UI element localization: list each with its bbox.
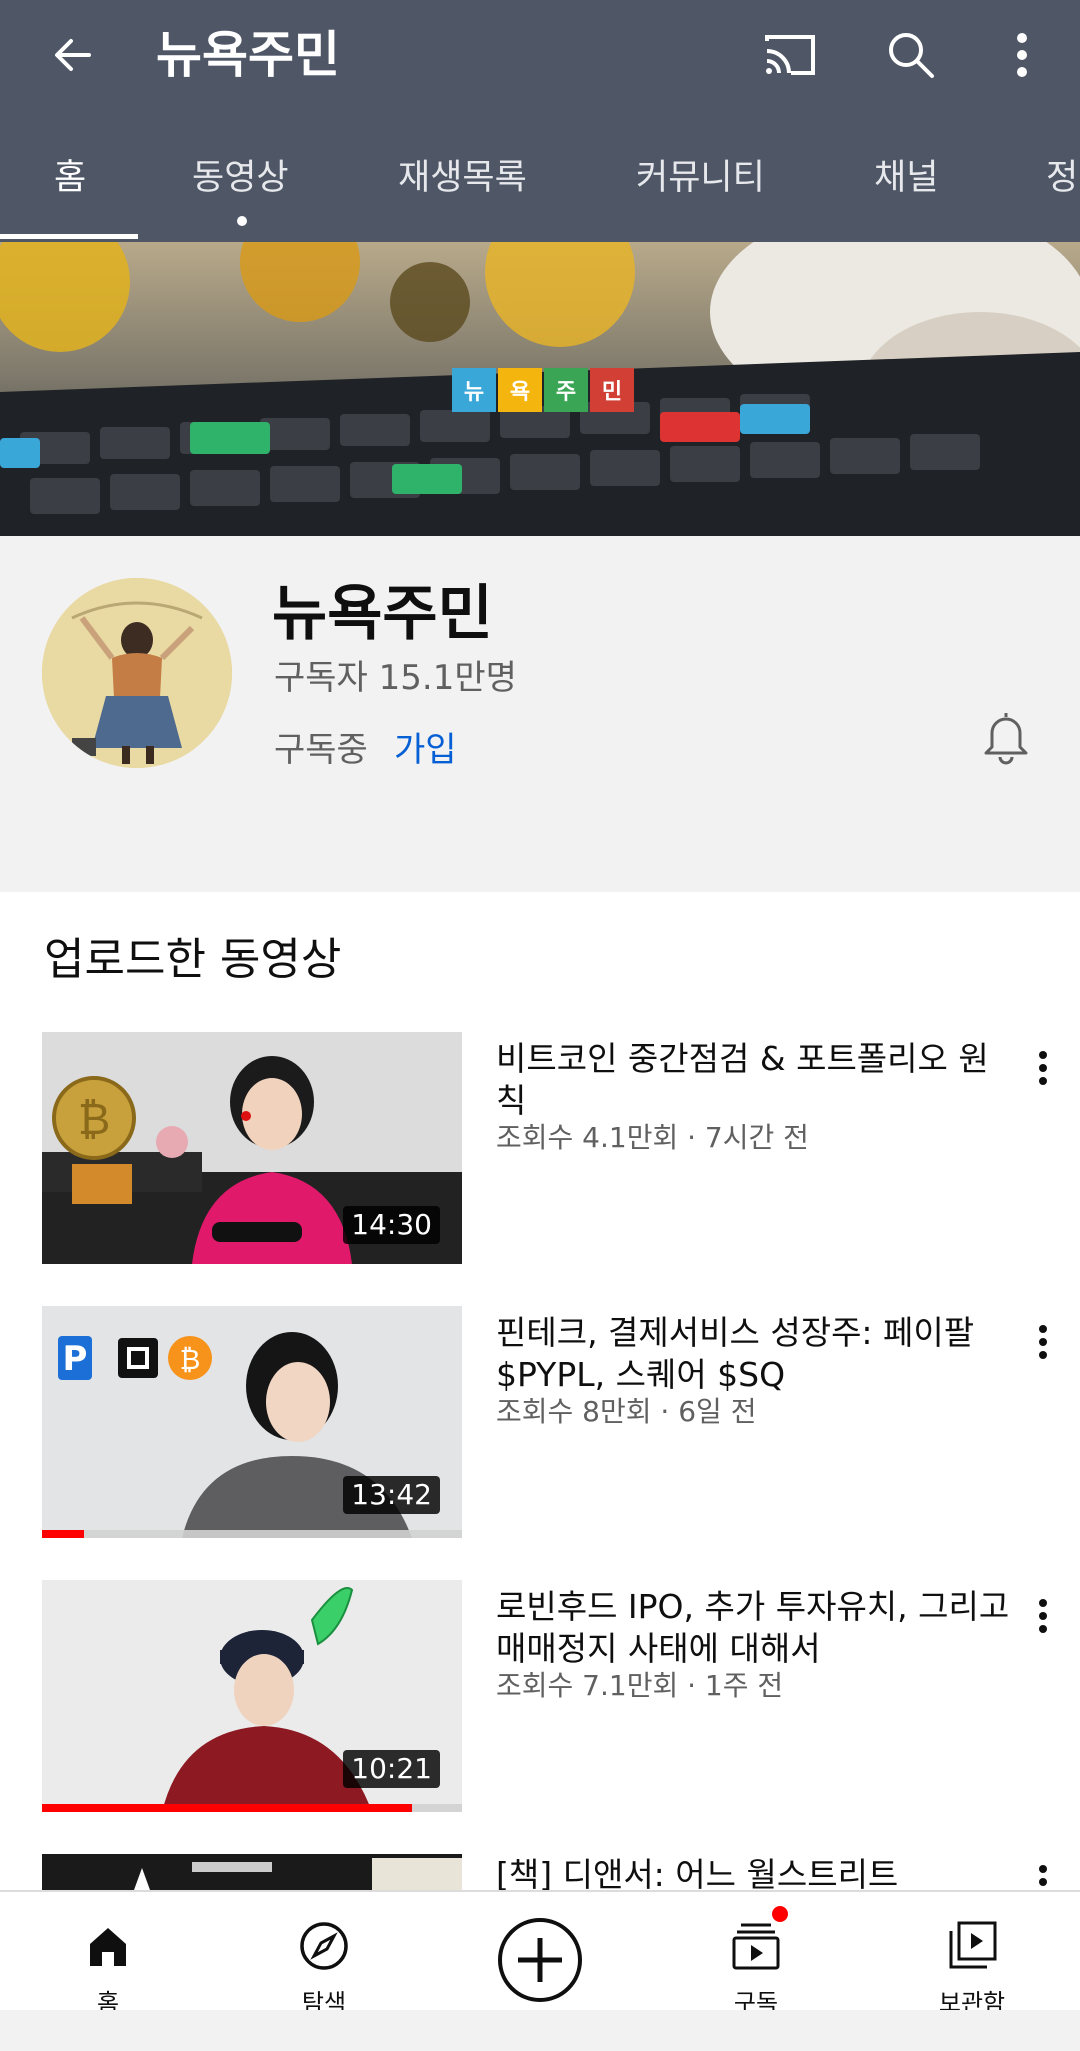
video-more-button[interactable] [1020,1588,1066,1644]
join-link[interactable]: 가입 [394,728,457,772]
channel-name: 뉴욕주민 [272,579,493,649]
tab-home[interactable]: 홈 [54,128,86,242]
banner-logo: 뉴 욕 주 민 [452,368,634,412]
thumbnail-image [42,1854,462,1890]
video-title[interactable]: 로빈후드 IPO, 추가 투자유치, 그리고 매매정지 사태에 대해서 [496,1586,1016,1670]
bell-icon [984,713,1028,765]
video-title[interactable]: 핀테크, 결제서비스 성장주: 페이팔 $PYPL, 스퀘어 $SQ [496,1312,1016,1396]
create-icon [498,1918,582,2002]
tab-playlists[interactable]: 재생목록 [398,128,527,242]
nav-home[interactable]: 홈 [38,1910,178,2020]
app-bar: 뉴욕주민 홈 동영상 재생목록 커뮤니티 채널 정 [0,0,1080,242]
video-more-button[interactable] [1020,1040,1066,1096]
nav-subscriptions[interactable]: 구독 [686,1910,826,2020]
watch-progress-track [42,1530,462,1538]
nav-explore[interactable]: 탐색 [254,1910,394,2020]
video-thumbnail[interactable]: ₿ 14:30 [42,1032,462,1264]
cast-button[interactable] [752,22,828,88]
more-options-button[interactable] [996,22,1048,88]
system-gesture-area [0,2010,1080,2051]
video-more-button[interactable] [1020,1314,1066,1370]
channel-banner: 뉴 욕 주 민 [0,242,1080,536]
more-vertical-icon [1017,33,1027,77]
video-item[interactable]: 10:21 로빈후드 IPO, 추가 투자유치, 그리고 매매정지 사태에 대해… [0,1580,1080,1816]
watch-progress-bar [42,1804,412,1812]
svg-text:₿: ₿ [180,1343,201,1376]
video-item[interactable]: [책] 디앤서: 어느 월스트리트 [0,1854,1080,1890]
video-thumbnail[interactable]: 10:21 [42,1580,462,1812]
create-button[interactable] [494,1914,586,2006]
arrow-left-icon [55,39,91,71]
tab-community[interactable]: 커뮤니티 [636,128,765,242]
bottom-navigation: 홈 탐색 구독 보관함 [0,1890,1080,2017]
section-title: 업로드한 동영상 [44,934,342,985]
tab-about[interactable]: 정 [1046,128,1078,242]
subscriber-count: 구독자 15.1만명 [274,658,517,698]
new-content-dot [237,216,247,226]
video-more-button[interactable] [1020,1854,1066,1890]
video-duration: 10:21 [343,1750,440,1788]
svg-text:₿: ₿ [78,1094,111,1145]
video-thumbnail[interactable] [42,1854,462,1890]
video-item[interactable]: ₿ 14:30 비트코인 중간점검 & 포트폴리오 원칙 조회수 4.1만회 ·… [0,1032,1080,1268]
video-title[interactable]: 비트코인 중간점검 & 포트폴리오 원칙 [496,1038,1016,1122]
svg-text:P: P [63,1339,88,1379]
more-vertical-icon [1039,1599,1047,1633]
subscribed-status[interactable]: 구독중 [274,728,368,772]
app-bar-top: 뉴욕주민 [0,0,1080,110]
library-icon [942,1916,1002,1976]
notification-bell-button[interactable] [976,704,1036,770]
banner-logo-char: 주 [544,368,588,412]
cast-icon [765,35,815,75]
nav-library[interactable]: 보관함 [902,1910,1042,2020]
video-title[interactable]: [책] 디앤서: 어느 월스트리트 [496,1854,1016,1890]
watch-progress-bar [42,1530,84,1538]
banner-logo-char: 욕 [498,368,542,412]
banner-logo-char: 뉴 [452,368,496,412]
app-title: 뉴욕주민 [156,26,340,84]
active-tab-indicator [0,234,138,239]
explore-icon [294,1916,354,1976]
channel-header: 뉴욕주민 구독자 15.1만명 구독중 가입 [0,536,1080,892]
more-vertical-icon [1039,1325,1047,1359]
video-duration: 14:30 [343,1206,440,1244]
more-vertical-icon [1039,1051,1047,1085]
watch-progress-track [42,1804,462,1812]
channel-avatar[interactable] [42,578,232,768]
search-button[interactable] [876,22,946,88]
back-button[interactable] [40,22,106,88]
search-icon [889,33,934,78]
video-item[interactable]: P ₿ 13:42 핀테크, 결제서비스 성장주: 페이팔 $PYPL, 스퀘어… [0,1306,1080,1542]
video-meta: 조회수 8만회 · 6일 전 [496,1395,757,1428]
banner-logo-char: 민 [590,368,634,412]
video-thumbnail[interactable]: P ₿ 13:42 [42,1306,462,1538]
home-icon [78,1916,138,1976]
video-duration: 13:42 [343,1476,440,1514]
channel-tabs: 홈 동영상 재생목록 커뮤니티 채널 정 [0,128,1080,242]
tab-channels[interactable]: 채널 [874,128,938,242]
more-vertical-icon [1039,1865,1047,1886]
avatar-image [42,578,232,768]
video-meta: 조회수 4.1만회 · 7시간 전 [496,1121,809,1154]
video-meta: 조회수 7.1만회 · 1주 전 [496,1669,784,1702]
subscriptions-badge [770,1904,790,1924]
subscriptions-icon [726,1916,786,1976]
